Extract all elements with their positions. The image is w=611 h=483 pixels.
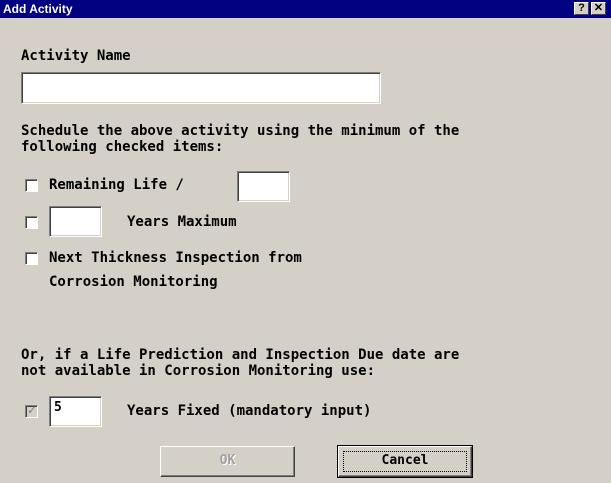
years-max-input[interactable]: [49, 206, 102, 237]
window-title: Add Activity: [3, 2, 73, 16]
checkmark-icon: ✓: [27, 403, 38, 417]
next-inspection-label-line1: Next Thickness Inspection from: [49, 250, 302, 266]
remaining-life-label: Remaining Life /: [49, 177, 184, 193]
close-button[interactable]: ✕: [591, 2, 606, 15]
ok-button[interactable]: OK: [160, 446, 295, 477]
close-icon: ✕: [593, 2, 604, 14]
activity-name-label: Activity Name: [21, 48, 131, 64]
years-fixed-input[interactable]: 5: [49, 396, 102, 427]
years-max-checkbox[interactable]: [25, 216, 38, 229]
remaining-life-checkbox[interactable]: [25, 179, 38, 192]
years-fixed-label: Years Fixed (mandatory input): [127, 403, 372, 419]
years-max-label: Years Maximum: [127, 214, 237, 230]
remaining-life-input[interactable]: [237, 171, 290, 202]
schedule-instruction-line1: Schedule the above activity using the mi…: [21, 123, 460, 139]
title-bar: Add Activity ? ✕: [0, 0, 611, 18]
focus-ring: [343, 451, 467, 472]
fallback-line1: Or, if a Life Prediction and Inspection …: [21, 347, 460, 363]
help-icon: ?: [578, 2, 585, 14]
years-fixed-checkbox: ✓: [25, 403, 38, 418]
schedule-instruction-line2: following checked items:: [21, 139, 224, 155]
next-inspection-label-line2: Corrosion Monitoring: [49, 274, 218, 290]
fallback-line2: not available in Corrosion Monitoring us…: [21, 363, 376, 379]
next-inspection-checkbox[interactable]: [25, 252, 38, 265]
help-button[interactable]: ?: [574, 2, 589, 15]
cancel-button[interactable]: Cancel: [337, 445, 473, 478]
activity-name-input[interactable]: [21, 72, 381, 104]
